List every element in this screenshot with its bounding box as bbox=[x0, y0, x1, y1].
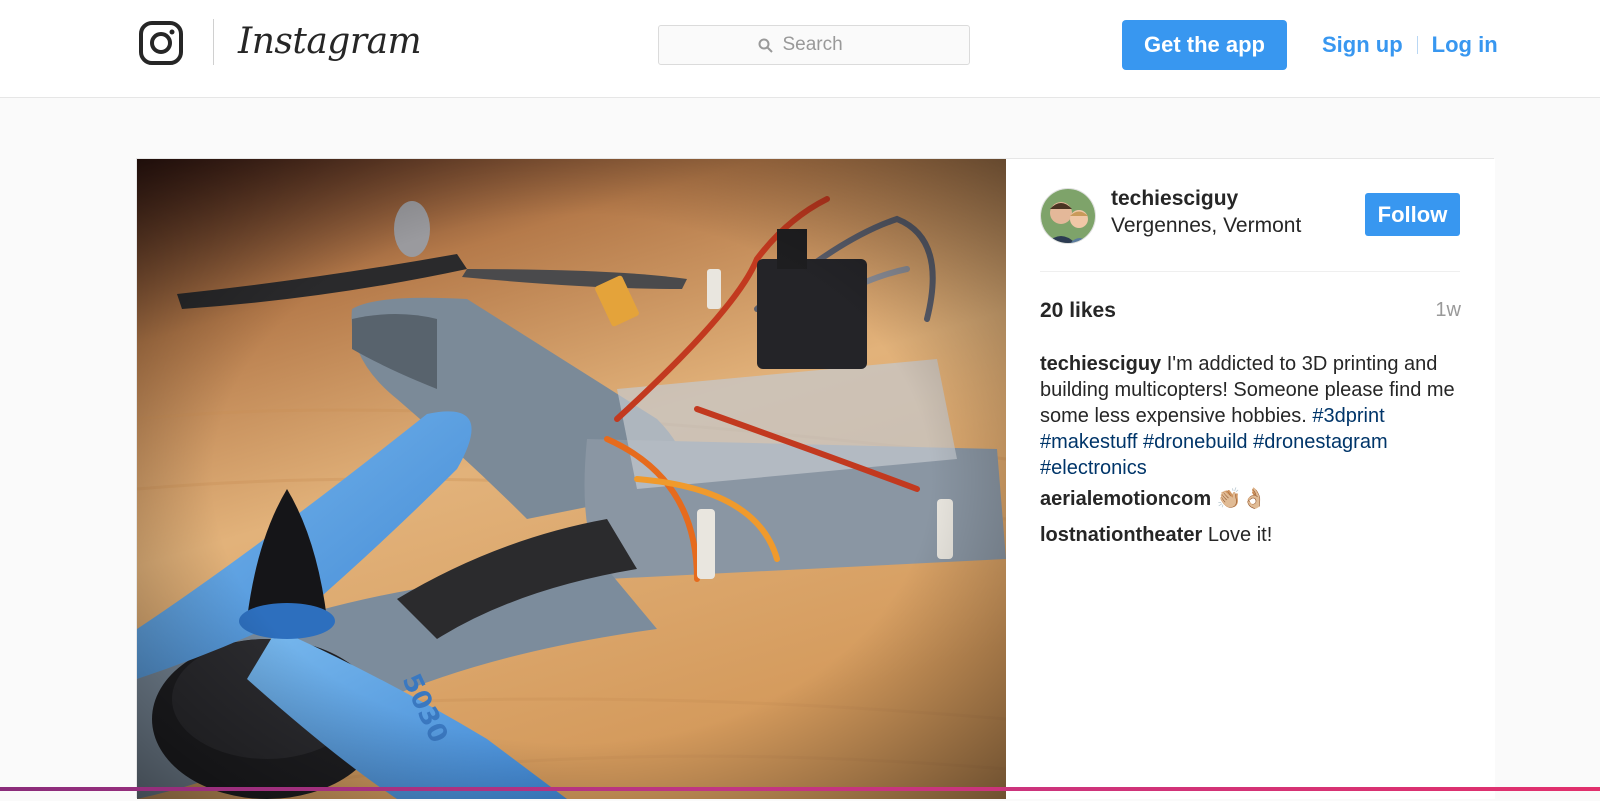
comment-text: Love it! bbox=[1207, 524, 1273, 546]
logo-divider bbox=[213, 19, 214, 65]
auth-links: Sign up Log in bbox=[1322, 30, 1498, 60]
post-location[interactable]: Vergennes, Vermont bbox=[1111, 214, 1301, 238]
get-the-app-button[interactable]: Get the app bbox=[1122, 20, 1287, 70]
post-sidebar: techiesciguy Vergennes, Vermont Follow 2… bbox=[1006, 159, 1495, 799]
sidebar-divider bbox=[1040, 271, 1460, 272]
comment: lostnationtheater Love it! bbox=[1040, 522, 1272, 548]
sign-up-link[interactable]: Sign up bbox=[1322, 32, 1403, 58]
post-author-username[interactable]: techiesciguy bbox=[1111, 187, 1238, 211]
instagram-glyph-icon[interactable] bbox=[139, 21, 183, 65]
avatar[interactable] bbox=[1040, 188, 1096, 244]
post-timestamp[interactable]: 1w bbox=[1435, 299, 1461, 322]
comment-username[interactable]: lostnationtheater bbox=[1040, 524, 1202, 546]
bottom-gradient-bar bbox=[0, 787, 1600, 791]
post-caption: techiesciguy I'm addicted to 3D printing… bbox=[1040, 351, 1470, 481]
comment: aerialemotioncom 👏🏼👌🏼 bbox=[1040, 486, 1267, 512]
likes-count[interactable]: 20 likes bbox=[1040, 299, 1116, 323]
search-icon bbox=[758, 38, 773, 53]
post-photo[interactable]: 5030 bbox=[137, 159, 1006, 799]
search-bar[interactable] bbox=[658, 25, 970, 65]
search-input[interactable] bbox=[780, 33, 871, 57]
top-navbar: Instagram Get the app Sign up Log in bbox=[0, 0, 1600, 98]
comment-text: 👏🏼👌🏼 bbox=[1216, 488, 1267, 510]
auth-separator bbox=[1416, 36, 1418, 54]
caption-username[interactable]: techiesciguy bbox=[1040, 353, 1161, 375]
instagram-wordmark[interactable]: Instagram bbox=[238, 12, 422, 72]
drone-photo-illustration: 5030 bbox=[137, 159, 1006, 799]
follow-button[interactable]: Follow bbox=[1365, 193, 1460, 236]
log-in-link[interactable]: Log in bbox=[1432, 32, 1498, 58]
comment-username[interactable]: aerialemotioncom bbox=[1040, 488, 1211, 510]
post-card: 5030 techiesciguy Vergennes, Vermont Fol… bbox=[136, 158, 1495, 799]
